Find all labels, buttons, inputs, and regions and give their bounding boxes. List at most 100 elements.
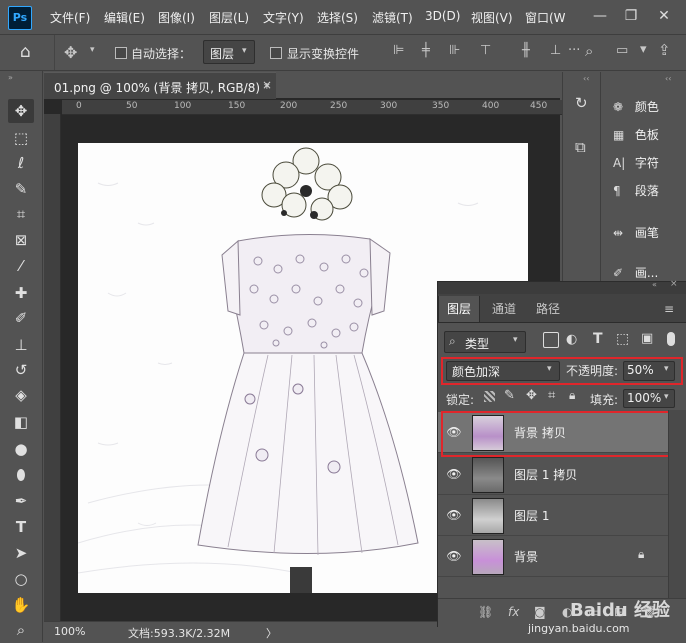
- menu-type[interactable]: 文字(Y): [263, 9, 304, 26]
- panel-character[interactable]: A| 字符: [613, 154, 659, 171]
- move-tool-icon[interactable]: ✥: [8, 99, 34, 123]
- tab-layers[interactable]: 图层: [438, 296, 481, 322]
- lock-pixels-icon[interactable]: ✎: [504, 388, 515, 403]
- marquee-tool-icon[interactable]: ⬚: [8, 126, 34, 150]
- layer-row[interactable]: 👁︎ 背景 🔒︎: [438, 536, 668, 577]
- tab-channels[interactable]: 通道: [484, 296, 524, 322]
- hand-tool-icon[interactable]: ✋: [8, 593, 34, 617]
- status-menu-arrow[interactable]: 〉: [266, 625, 277, 641]
- menu-edit[interactable]: 编辑(E): [104, 9, 145, 26]
- tab-paths[interactable]: 路径: [528, 296, 568, 322]
- align-vcenter-icon[interactable]: ╫: [522, 43, 530, 58]
- lock-position-icon[interactable]: ✥: [526, 388, 537, 403]
- menu-view[interactable]: 视图(V): [471, 9, 513, 26]
- menu-window[interactable]: 窗口(W: [525, 9, 566, 26]
- healing-tool-icon[interactable]: ✚: [8, 281, 34, 305]
- photoshop-logo[interactable]: Ps: [8, 6, 32, 30]
- align-left-icon[interactable]: ⊫: [393, 43, 404, 58]
- align-top-icon[interactable]: ⊤: [480, 43, 491, 58]
- panel-swatches[interactable]: ▦ 色板: [613, 126, 659, 143]
- fill-field[interactable]: 100% ▾: [623, 389, 675, 408]
- type-tool-icon[interactable]: T: [8, 515, 34, 539]
- layer-row[interactable]: 👁︎ 图层 1 拷贝: [438, 454, 668, 495]
- filter-smart-object-icon[interactable]: ▣: [641, 331, 653, 346]
- collapse-icon[interactable]: «: [652, 280, 657, 289]
- frame-tool-icon[interactable]: ⊠: [8, 228, 34, 252]
- path-select-tool-icon[interactable]: ➤: [8, 541, 34, 565]
- close-icon[interactable]: ×: [670, 279, 678, 289]
- panel-brush-settings[interactable]: ✐ 画...: [613, 264, 658, 281]
- home-icon[interactable]: ⌂: [20, 42, 31, 62]
- close-window-button[interactable]: ✕: [650, 4, 678, 28]
- show-transform-checkbox[interactable]: [270, 47, 282, 59]
- eye-icon[interactable]: 👁︎: [446, 466, 462, 482]
- opacity-field[interactable]: 50% ▾: [623, 361, 675, 381]
- stamp-tool-icon[interactable]: ⊥: [8, 333, 34, 357]
- close-icon[interactable]: ×: [262, 78, 272, 92]
- filter-shape-icon[interactable]: ⬚: [616, 331, 629, 347]
- blur-tool-icon[interactable]: ●: [8, 437, 34, 461]
- zoom-level[interactable]: 100%: [54, 625, 85, 638]
- link-icon[interactable]: ⛓︎: [478, 605, 493, 619]
- filter-pixel-icon[interactable]: [543, 332, 559, 348]
- filter-adjustment-icon[interactable]: ◐: [566, 332, 577, 347]
- menu-file[interactable]: 文件(F): [50, 9, 90, 26]
- gradient-tool-icon[interactable]: ◧: [8, 410, 34, 434]
- auto-select-checkbox[interactable]: [115, 47, 127, 59]
- lock-icon[interactable]: 🔒︎: [638, 547, 644, 562]
- layer-name[interactable]: 背景: [514, 548, 538, 565]
- chevron-down-icon[interactable]: ▾: [90, 45, 95, 55]
- layer-name[interactable]: 图层 1 拷贝: [514, 466, 577, 483]
- collapse-icon[interactable]: ‹‹: [583, 74, 589, 83]
- history-brush-tool-icon[interactable]: ↺: [8, 358, 34, 382]
- brush-tool-icon[interactable]: ✐: [8, 306, 34, 330]
- panel-menu-icon[interactable]: ≡: [664, 302, 674, 316]
- pen-tool-icon[interactable]: ✒: [8, 489, 34, 513]
- fx-icon[interactable]: fx: [508, 605, 519, 619]
- quick-select-tool-icon[interactable]: ✎: [8, 177, 34, 201]
- blend-mode-dropdown[interactable]: 颜色加深 ▾: [446, 361, 560, 381]
- menu-image[interactable]: 图像(I): [158, 9, 195, 26]
- search-icon[interactable]: ⌕: [585, 42, 593, 60]
- move-tool-icon[interactable]: ✥: [64, 43, 77, 62]
- lock-all-icon[interactable]: 🔒︎: [569, 388, 575, 403]
- collapse-icon[interactable]: »: [8, 73, 13, 82]
- auto-select-dropdown[interactable]: 图层 ▾: [203, 40, 255, 64]
- panel-brushes[interactable]: ⇹ 画笔: [613, 224, 659, 241]
- filter-toggle[interactable]: [667, 332, 675, 346]
- share-icon[interactable]: ⇪: [658, 41, 671, 59]
- menu-layer[interactable]: 图层(L): [209, 9, 249, 26]
- workspace-chevron-icon[interactable]: ▾: [640, 42, 647, 57]
- filter-type-icon[interactable]: T: [593, 331, 603, 347]
- lock-transparent-icon[interactable]: [484, 391, 495, 402]
- layer-filter-dropdown[interactable]: ⌕ 类型 ▾: [444, 331, 526, 353]
- workspace-icon[interactable]: ▭: [616, 43, 628, 58]
- zoom-tool-icon[interactable]: ⌕: [8, 618, 34, 642]
- align-bottom-icon[interactable]: ⊥: [550, 43, 561, 58]
- layer-name[interactable]: 图层 1: [514, 507, 549, 524]
- layer-row[interactable]: 👁︎ 图层 1: [438, 495, 668, 536]
- document-tab[interactable]: 01.png @ 100% (背景 拷贝, RGB/8) * ×: [44, 72, 276, 99]
- lasso-tool-icon[interactable]: ℓ: [8, 151, 34, 175]
- history-icon[interactable]: ↻: [575, 94, 588, 112]
- dodge-tool-icon[interactable]: ⬮: [8, 463, 34, 487]
- restore-button[interactable]: ❐: [617, 4, 645, 28]
- menu-select[interactable]: 选择(S): [317, 9, 358, 26]
- panel-paragraph[interactable]: ¶ 段落: [613, 182, 659, 199]
- collapse-icon[interactable]: ‹‹: [665, 74, 671, 83]
- eyedropper-tool-icon[interactable]: ⁄: [8, 254, 34, 278]
- ellipse-tool-icon[interactable]: ○: [8, 567, 34, 591]
- layers-scrollbar[interactable]: [668, 410, 686, 602]
- panel-color[interactable]: ❁ 颜色: [613, 98, 659, 115]
- eye-icon[interactable]: 👁︎: [446, 507, 462, 523]
- minimize-button[interactable]: —: [586, 4, 614, 28]
- 3d-icon[interactable]: ⧉: [575, 138, 586, 156]
- more-options-icon[interactable]: ···: [568, 43, 580, 58]
- add-mask-icon[interactable]: ◙: [534, 605, 546, 619]
- eraser-tool-icon[interactable]: ◈: [8, 383, 34, 407]
- align-right-icon[interactable]: ⊪: [449, 43, 460, 58]
- menu-filter[interactable]: 滤镜(T): [372, 9, 413, 26]
- crop-tool-icon[interactable]: ⌗: [8, 202, 34, 226]
- lock-artboard-icon[interactable]: ⌗: [548, 388, 555, 403]
- eye-icon[interactable]: 👁︎: [446, 548, 462, 564]
